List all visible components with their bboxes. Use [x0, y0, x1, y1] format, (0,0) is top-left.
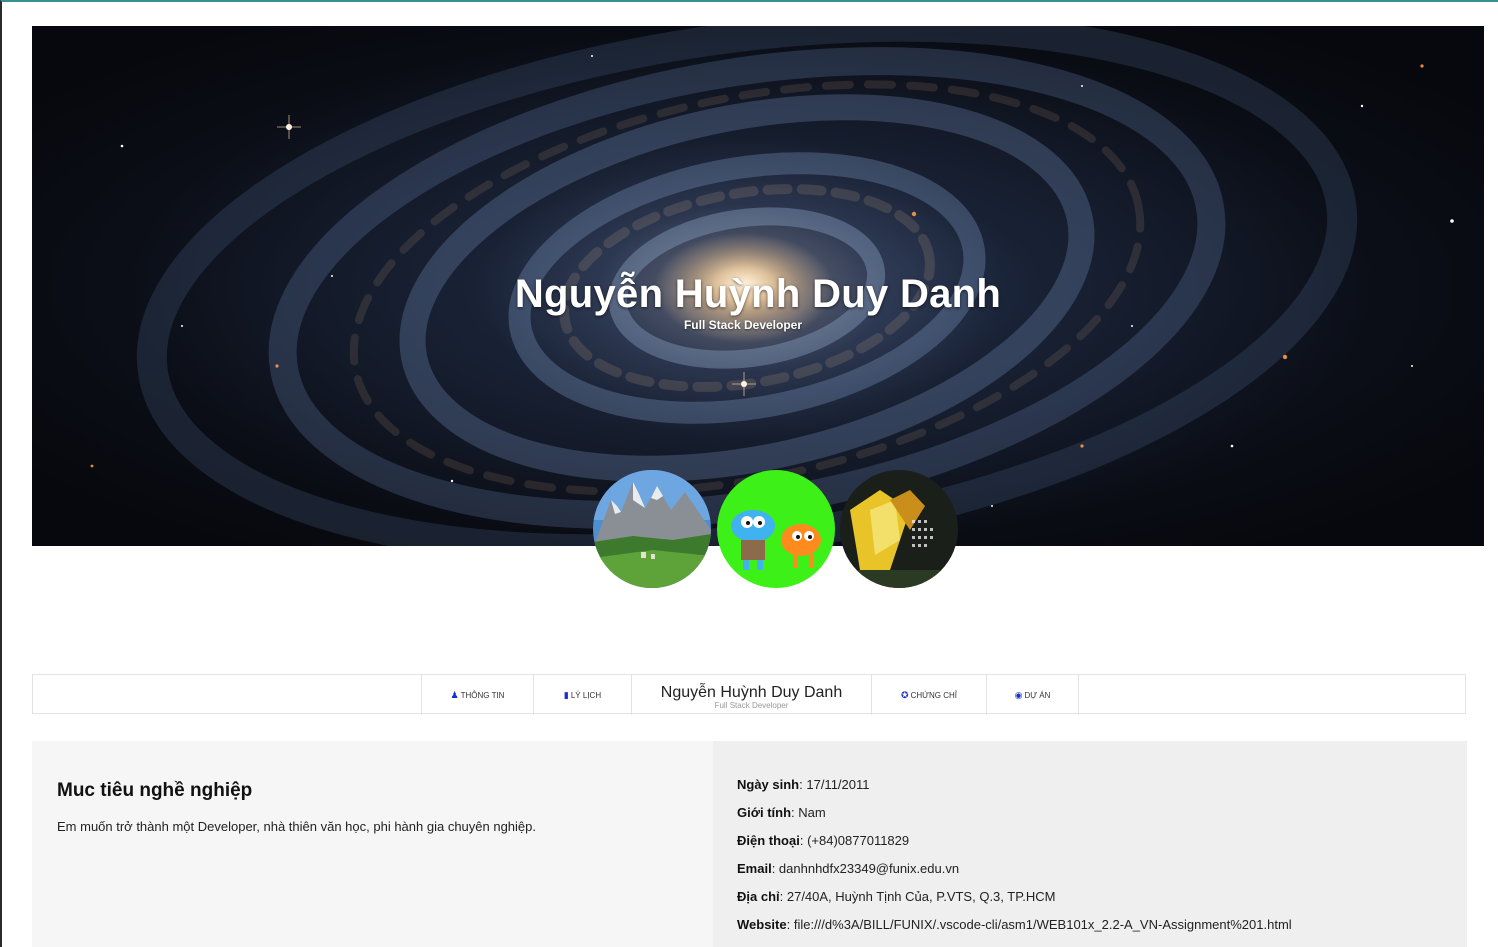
cartoon-characters-image: [717, 470, 835, 588]
hero-name: Nguyễn Huỳnh Duy Danh: [514, 272, 1002, 316]
info-label: Giới tính: [737, 805, 792, 820]
mountain-landscape-image: [593, 470, 711, 588]
info-value: Nam: [798, 805, 826, 820]
info-row-phone: Điện thoại: (+84)0877011829: [737, 833, 910, 848]
info-value: 17/11/2011: [806, 777, 870, 792]
nav-du-an[interactable]: ◉ DỰ ÁN: [986, 675, 1079, 715]
info-label: Địa chỉ: [737, 889, 780, 904]
avatar-abstract-art[interactable]: [840, 470, 958, 588]
info-row-birthday: Ngày sinh: 17/11/2011: [737, 777, 870, 792]
lightbulb-icon: ◉: [1014, 689, 1023, 700]
personal-info-list: Ngày sinh: 17/11/2011 Giới tính: Nam Điệ…: [737, 777, 1292, 945]
nav-chung-chi-label: CHỨNG CHỈ: [910, 690, 957, 700]
nav-brand[interactable]: Nguyễn Huỳnh Duy Danh Full Stack Develop…: [631, 675, 871, 715]
info-label: Email: [737, 861, 772, 876]
document-icon: ▮: [563, 689, 569, 700]
info-row-address: Địa chỉ: 27/40A, Huỳnh Tịnh Của, P.VTS, …: [737, 889, 1056, 904]
info-label: Ngày sinh: [737, 777, 800, 792]
user-icon: ♟: [450, 689, 459, 700]
info-label: Điện thoại: [737, 833, 800, 848]
hero-banner: Nguyễn Huỳnh Duy Danh Full Stack Develop…: [32, 26, 1484, 546]
info-value: (+84)0877011829: [807, 833, 910, 848]
info-row-website: Website: file:///d%3A/BILL/FUNIX/.vscode…: [737, 917, 1292, 932]
nav-thong-tin-label: THÔNG TIN: [460, 690, 505, 700]
hero-role: Full Stack Developer: [683, 318, 803, 332]
nav-ly-lich-label: LÝ LỊCH: [570, 690, 602, 700]
objective-panel: Muc tiêu nghề nghiệp Em muốn trở thành m…: [32, 741, 713, 947]
objective-text: Em muốn trở thành một Developer, nhà thi…: [57, 819, 537, 834]
objective-heading: Muc tiêu nghề nghiệp: [57, 780, 253, 801]
nav-thong-tin[interactable]: ♟ THÔNG TIN: [421, 675, 533, 715]
website-link[interactable]: file:///d%3A/BILL/FUNIX/.vscode-cli/asm1…: [794, 917, 1292, 932]
nav-chung-chi[interactable]: ✪ CHỨNG CHỈ: [871, 675, 986, 715]
info-row-email: Email: danhnhdfx23349@funix.edu.vn: [737, 861, 960, 876]
section-navbar: ♟ THÔNG TIN ▮ LÝ LỊCH Nguyễn Huỳnh Duy D…: [32, 674, 1466, 715]
avatar-mountain-landscape[interactable]: [593, 470, 711, 588]
nav-brand-role: Full Stack Developer: [714, 701, 789, 710]
info-value: danhnhdfx23349@funix.edu.vn: [778, 861, 960, 876]
medal-icon: ✪: [901, 689, 909, 700]
nav-brand-name: Nguyễn Huỳnh Duy Danh: [660, 684, 843, 701]
nav-ly-lich[interactable]: ▮ LÝ LỊCH: [533, 675, 631, 715]
abstract-art-image: [840, 470, 958, 588]
avatar-cartoon-characters[interactable]: [717, 470, 835, 588]
info-value: 27/40A, Huỳnh Tịnh Của, P.VTS, Q.3, TP.H…: [786, 889, 1056, 904]
nav-du-an-label: DỰ ÁN: [1024, 690, 1051, 700]
info-row-gender: Giới tính: Nam: [737, 805, 826, 820]
personal-info-panel: Ngày sinh: 17/11/2011 Giới tính: Nam Điệ…: [713, 741, 1467, 947]
info-label: Website: [737, 917, 787, 932]
